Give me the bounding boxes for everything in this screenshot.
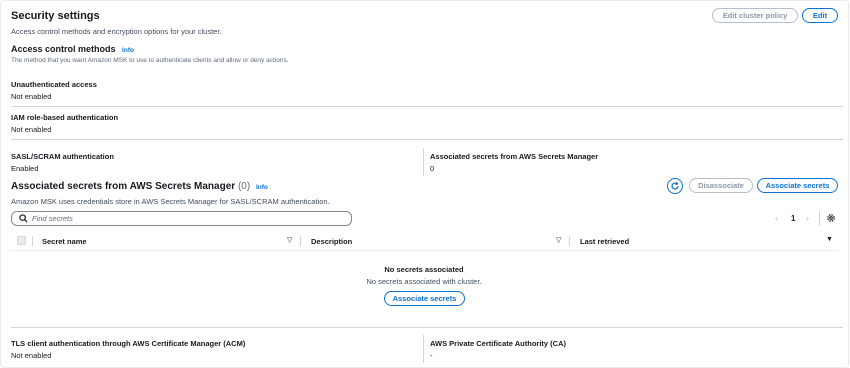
column-header-last-retrieved[interactable]: Last retrieved [580, 237, 629, 246]
associate-secrets-button[interactable]: Associate secrets [757, 178, 838, 193]
tls-value: Not enabled [11, 351, 52, 360]
header-divider [32, 236, 33, 246]
assoc-secrets-summary-label: Associated secrets from AWS Secrets Mana… [430, 152, 599, 161]
unauthenticated-value: Not enabled [11, 92, 52, 101]
page-description: Access control methods and encryption op… [11, 27, 222, 36]
sasl-label: SASL/SCRAM authentication [11, 152, 114, 161]
select-all-checkbox[interactable] [17, 236, 26, 245]
disassociate-button[interactable]: Disassociate [689, 178, 753, 193]
pagination-divider [819, 211, 820, 226]
column-divider [423, 148, 424, 176]
assoc-secrets-summary-value: 0 [430, 164, 435, 173]
table-header-divider [11, 250, 837, 251]
iam-value: Not enabled [11, 125, 52, 134]
sort-icon[interactable]: ▽ [287, 236, 292, 244]
divider [11, 139, 843, 140]
sort-icon[interactable]: ▽ [556, 236, 561, 244]
unauthenticated-label: Unauthenticated access [11, 80, 97, 89]
previous-page-icon[interactable]: ‹ [775, 213, 778, 223]
gear-icon [827, 214, 835, 222]
access-control-title-text: Access control methods [11, 44, 116, 54]
page-number[interactable]: 1 [791, 214, 795, 223]
sort-desc-icon[interactable]: ▼ [826, 236, 833, 243]
secrets-section-title: Associated secrets from AWS Secrets Mana… [11, 181, 268, 192]
secrets-description: Amazon MSK uses credentials store in AWS… [11, 197, 330, 206]
refresh-icon [671, 182, 679, 190]
access-control-description: The method that you want Amazon MSK to u… [11, 57, 289, 64]
header-divider [569, 236, 570, 246]
divider [11, 106, 843, 107]
empty-state-description: No secrets associated with cluster. [366, 277, 482, 286]
tls-label: TLS client authentication through AWS Ce… [11, 339, 246, 348]
page-title: Security settings [11, 10, 100, 22]
column-header-secret-name[interactable]: Secret name [42, 237, 87, 246]
empty-state-title: No secrets associated [384, 265, 464, 274]
edit-cluster-policy-button[interactable]: Edit cluster policy [712, 8, 798, 23]
access-control-info-link[interactable]: Info [122, 47, 134, 54]
iam-label: IAM role-based authentication [11, 113, 119, 122]
column-header-description[interactable]: Description [311, 237, 352, 246]
search-icon [19, 214, 28, 223]
sasl-value: Enabled [11, 164, 39, 173]
find-secrets-search [11, 211, 352, 226]
secrets-count: (0) [237, 181, 251, 192]
column-divider [423, 335, 424, 363]
divider [11, 327, 843, 328]
empty-associate-secrets-button[interactable]: Associate secrets [384, 291, 465, 306]
header-divider [300, 236, 301, 246]
search-input[interactable] [32, 214, 332, 223]
preferences-button[interactable] [826, 213, 836, 225]
private-ca-label: AWS Private Certificate Authority (CA) [430, 339, 566, 348]
private-ca-value: - [430, 351, 433, 360]
refresh-button[interactable] [667, 178, 683, 194]
secrets-title-text: Associated secrets from AWS Secrets Mana… [11, 181, 236, 192]
next-page-icon[interactable]: › [806, 213, 809, 223]
access-control-title: Access control methods Info [11, 44, 134, 54]
secrets-info-link[interactable]: Info [256, 184, 268, 191]
edit-button[interactable]: Edit [802, 8, 838, 23]
